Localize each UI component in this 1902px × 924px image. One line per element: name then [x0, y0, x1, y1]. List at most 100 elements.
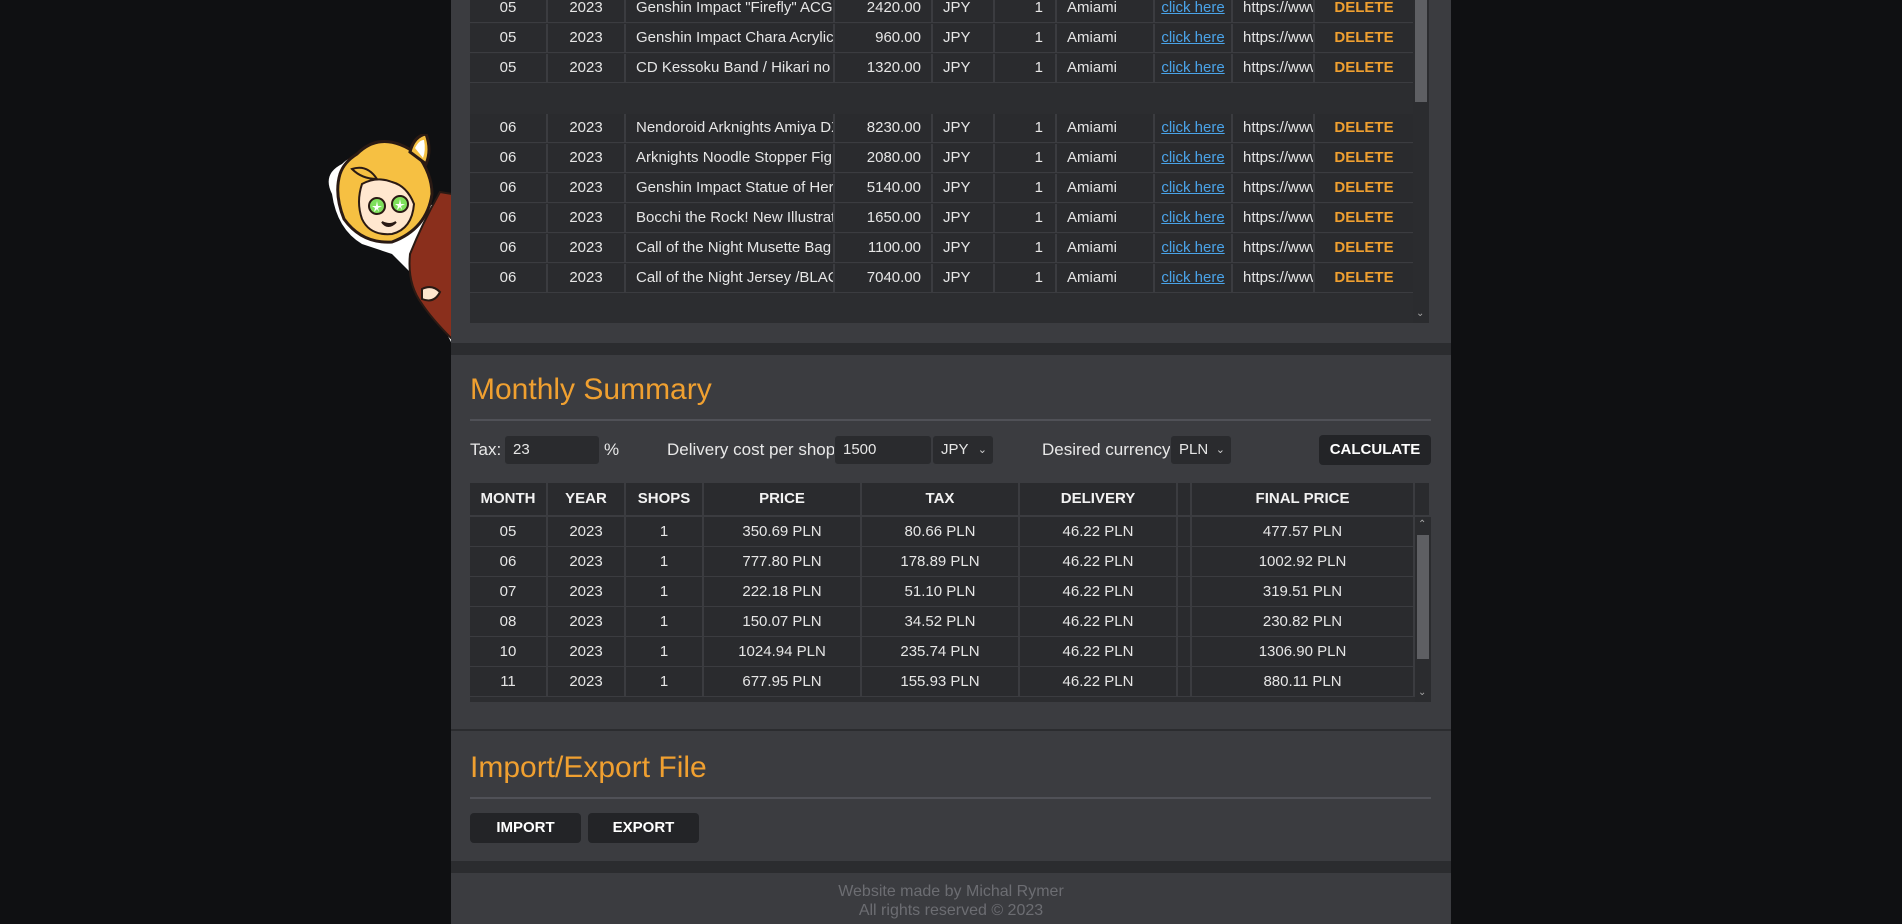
- footer-copyright: All rights reserved © 2023: [858, 902, 1044, 919]
- cell-quantity: 1: [995, 0, 1057, 23]
- footer-credit: Website made by Michal Rymer: [838, 883, 1064, 900]
- header-price[interactable]: PRICE: [704, 483, 862, 517]
- delete-button[interactable]: DELETE: [1334, 179, 1393, 196]
- cell-year: 2023: [548, 547, 626, 577]
- cell-price: 677.95 PLN: [704, 667, 862, 697]
- delivery-cost-label: Delivery cost per shop:: [667, 440, 840, 459]
- cell-year: 2023: [548, 144, 626, 173]
- monthly-summary-panel: Monthly Summary Tax: 23 % Delivery cost …: [451, 355, 1451, 729]
- summary-scrollbar[interactable]: ⌃ ⌄: [1415, 517, 1431, 702]
- cell-month: 11: [470, 667, 548, 697]
- delete-button[interactable]: DELETE: [1334, 239, 1393, 256]
- purchases-scrollbar[interactable]: ⌄: [1413, 0, 1429, 323]
- scrollbar-thumb[interactable]: [1415, 0, 1427, 102]
- click-here-link[interactable]: click here: [1161, 119, 1224, 136]
- delete-button[interactable]: DELETE: [1334, 149, 1393, 166]
- cell-name: Genshin Impact Chara Acrylic: [626, 24, 835, 53]
- cell-year: 2023: [548, 637, 626, 667]
- scroll-down-arrow-icon[interactable]: ⌄: [1416, 309, 1424, 319]
- import-button[interactable]: IMPORT: [470, 813, 581, 843]
- cell-month: 07: [470, 577, 548, 607]
- scrollbar-thumb[interactable]: [1417, 535, 1429, 659]
- click-here-link[interactable]: click here: [1161, 269, 1224, 286]
- header-final-price[interactable]: FINAL PRICE: [1192, 483, 1415, 517]
- click-here-link[interactable]: click here: [1161, 239, 1224, 256]
- cell-month: 05: [470, 0, 548, 23]
- cell-month: 05: [470, 517, 548, 547]
- desired-currency-select[interactable]: PLN ⌄: [1170, 435, 1232, 465]
- delete-button[interactable]: DELETE: [1334, 29, 1393, 46]
- delivery-cost-input[interactable]: 1500: [834, 435, 932, 465]
- cell-price: 150.07 PLN: [704, 607, 862, 637]
- summary-row: 11 2023 1 677.95 PLN 155.93 PLN 46.22 PL…: [470, 667, 1415, 697]
- purchases-table: 05 2023 Genshin Impact "Firefly" ACG Car…: [470, 0, 1429, 323]
- desired-currency-value: PLN: [1179, 441, 1209, 458]
- delete-button[interactable]: DELETE: [1334, 269, 1393, 286]
- cell-url: https://www: [1233, 204, 1315, 233]
- cell-price: 1100.00: [835, 234, 933, 263]
- cell-year: 2023: [548, 174, 626, 203]
- cell-name: Call of the Night Musette Bag: [626, 234, 835, 263]
- header-spacer: [1178, 483, 1192, 517]
- summary-row: 06 2023 1 777.80 PLN 178.89 PLN 46.22 PL…: [470, 547, 1415, 577]
- cell-shop: Amiami: [1057, 204, 1155, 233]
- cell-link: click here: [1155, 0, 1233, 23]
- delete-button[interactable]: DELETE: [1334, 59, 1393, 76]
- cell-month: 08: [470, 607, 548, 637]
- header-year[interactable]: YEAR: [548, 483, 626, 517]
- table-row: 06 2023 Nendoroid Arknights Amiya DX 823…: [470, 114, 1415, 143]
- cell-final-price: 319.51 PLN: [1192, 577, 1415, 607]
- cell-price: 350.69 PLN: [704, 517, 862, 547]
- summary-row: 05 2023 1 350.69 PLN 80.66 PLN 46.22 PLN…: [470, 517, 1415, 547]
- table-row: 06 2023 Bocchi the Rock! New Illustratio…: [470, 204, 1415, 233]
- cell-shop: Amiami: [1057, 114, 1155, 143]
- cell-name: CD Kessoku Band / Hikari no Naka: [626, 54, 835, 83]
- cell-link: click here: [1155, 264, 1233, 293]
- cell-shops: 1: [626, 577, 704, 607]
- scroll-down-arrow-icon[interactable]: ⌄: [1418, 688, 1426, 698]
- cell-year: 2023: [548, 517, 626, 547]
- delete-button[interactable]: DELETE: [1334, 119, 1393, 136]
- header-tax[interactable]: TAX: [862, 483, 1020, 517]
- scroll-up-arrow-icon[interactable]: ⌃: [1418, 520, 1426, 530]
- cell-quantity: 1: [995, 204, 1057, 233]
- header-scroll-gutter: [1415, 483, 1431, 517]
- export-button[interactable]: EXPORT: [588, 813, 699, 843]
- cell-delete: DELETE: [1315, 204, 1415, 233]
- header-month[interactable]: MONTH: [470, 483, 548, 517]
- cell-delete: DELETE: [1315, 234, 1415, 263]
- delete-button[interactable]: DELETE: [1334, 209, 1393, 226]
- table-row: 05 2023 Genshin Impact "Firefly" ACG Car…: [470, 0, 1415, 23]
- import-export-title: Import/Export File: [470, 751, 1431, 799]
- calculate-button[interactable]: CALCULATE: [1319, 435, 1431, 465]
- header-delivery[interactable]: DELIVERY: [1020, 483, 1178, 517]
- cell-url: https://www: [1233, 144, 1315, 173]
- cell-name: Genshin Impact "Firefly" ACG Card: [626, 0, 835, 23]
- cell-shops: 1: [626, 607, 704, 637]
- delivery-currency-select[interactable]: JPY ⌄: [932, 435, 994, 465]
- desired-currency-label: Desired currency:: [1042, 440, 1176, 459]
- cell-delete: DELETE: [1315, 54, 1415, 83]
- cell-final-price: 230.82 PLN: [1192, 607, 1415, 637]
- click-here-link[interactable]: click here: [1161, 179, 1224, 196]
- click-here-link[interactable]: click here: [1161, 29, 1224, 46]
- delete-button[interactable]: DELETE: [1334, 0, 1393, 16]
- cell-price: 7040.00: [835, 264, 933, 293]
- click-here-link[interactable]: click here: [1161, 0, 1224, 16]
- tax-input[interactable]: 23: [504, 435, 600, 465]
- cell-link: click here: [1155, 24, 1233, 53]
- cell-tax: 51.10 PLN: [862, 577, 1020, 607]
- cell-tax: 155.93 PLN: [862, 667, 1020, 697]
- click-here-link[interactable]: click here: [1161, 209, 1224, 226]
- header-shops[interactable]: SHOPS: [626, 483, 704, 517]
- import-export-panel: Import/Export File IMPORT EXPORT: [451, 731, 1451, 861]
- cell-quantity: 1: [995, 174, 1057, 203]
- cell-spacer: [1178, 517, 1192, 547]
- cell-name: Nendoroid Arknights Amiya DX: [626, 114, 835, 143]
- cell-month: 10: [470, 637, 548, 667]
- click-here-link[interactable]: click here: [1161, 149, 1224, 166]
- cell-delivery: 46.22 PLN: [1020, 607, 1178, 637]
- click-here-link[interactable]: click here: [1161, 59, 1224, 76]
- cell-year: 2023: [548, 204, 626, 233]
- cell-year: 2023: [548, 607, 626, 637]
